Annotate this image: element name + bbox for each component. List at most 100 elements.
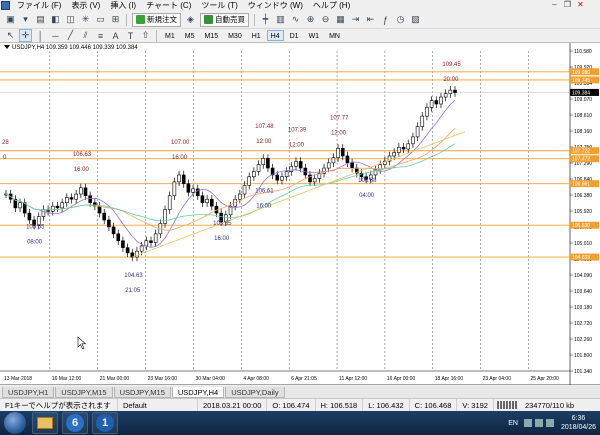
chart-window[interactable]: 110.580 109.920 109.384 109.070 108.610 108.1… [0,43,600,385]
menu-chart[interactable]: チャート (C) [141,0,196,11]
menu-insert[interactable]: 挿入 (I) [105,0,141,11]
candle-body [125,247,130,254]
candle-body [60,202,64,209]
candle-body [425,107,429,117]
timeframe-w1[interactable]: W1 [305,30,324,41]
chart-title-text: USDJPY,H4 109.359 109.446 109.339 109.38… [12,45,138,51]
candle-body [336,148,340,158]
tile-windows-icon[interactable]: ▦ [334,13,347,26]
network-icon[interactable] [534,419,543,427]
line-studies-toolbar: ↖ ✛ │ ─ ╱ ⫽ ≡ A T ⇧ M1 M5 M15 M30 H1 H4 … [0,29,600,43]
profiles-icon[interactable]: ▤ [34,13,47,26]
zoom-in-icon[interactable]: ⊕ [304,13,317,26]
taskbar-app-6[interactable]: 6 [62,412,88,434]
folder-icon [37,417,53,429]
vertical-line-icon[interactable]: │ [34,29,47,42]
level-price-label: 109.745 [572,78,590,84]
taskbar-explorer[interactable] [32,412,58,434]
label-icon[interactable]: T [124,29,137,42]
candle-body [247,176,252,186]
candle-body [111,226,116,235]
timeframe-mn[interactable]: MN [325,30,344,41]
timeframe-m30[interactable]: M30 [224,30,246,41]
timeframe-d1[interactable]: D1 [286,30,303,41]
timeframe-m5[interactable]: M5 [181,30,199,41]
level-price-label: 105.530 [572,223,590,229]
cursor-icon[interactable]: ↖ [4,29,17,42]
close-icon[interactable]: ✕ [574,0,587,10]
price-chart[interactable]: 110.580109.920109.384109.070108.610108.1… [0,43,600,385]
main-toolbar: ▣ ▾ ▤ ◧ ◫ ✳ ▭ ⊞ 新規注文 ◈ 自動売買 ┿ ▥ ∿ ⊕ ⊖ ▦ … [0,11,600,29]
auto-trading-button[interactable]: 自動売買 [200,12,249,27]
new-chart-icon[interactable]: ▣ [4,13,17,26]
price-tick-label: 101.800 [574,353,592,359]
candle-body [172,181,177,197]
candle-body [83,187,88,197]
status-volume: V: 3192 [457,398,494,412]
new-order-button[interactable]: 新規注文 [132,12,181,27]
tab-usdjpy-daily[interactable]: USDJPY,Daily [225,387,285,398]
tab-usdjpy-m15-2[interactable]: USDJPY,M15 [113,387,171,398]
price-tick-label: 109.070 [574,97,592,103]
crosshair-icon[interactable]: ✛ [19,29,32,42]
text-icon[interactable]: A [109,29,122,42]
tab-usdjpy-h4[interactable]: USDJPY,H4 [171,387,225,398]
start-button-icon[interactable] [4,412,26,434]
timeframe-h1[interactable]: H1 [248,30,265,41]
candle-body [340,148,345,157]
language-indicator[interactable]: EN [508,420,518,427]
candle-body [167,195,172,210]
market-watch-icon[interactable]: ◧ [49,13,62,26]
candle-body [121,240,125,249]
candle-body [69,197,74,200]
clock[interactable]: 6:36 2018/04/26 [561,414,596,432]
annotation-time: 08:00 [27,240,43,246]
trendline-icon[interactable]: ╱ [64,29,77,42]
candlestick-icon[interactable]: ▥ [274,13,287,26]
candle-body [289,166,294,172]
chart-menu-icon[interactable] [4,45,10,49]
metaeditor-icon[interactable]: ◈ [184,13,197,26]
candle-body [326,162,331,169]
price-tick-label: 105.010 [574,241,592,247]
menu-tools[interactable]: ツール (T) [196,0,242,11]
restore-icon[interactable]: ❐ [561,0,574,10]
taskbar-app-1[interactable]: 1 [92,412,118,434]
timeframe-h4[interactable]: H4 [266,30,284,41]
price-tick-label: 108.610 [574,113,592,119]
navigator-icon[interactable]: ✳ [79,13,92,26]
level-price-label: 104.633 [572,255,590,261]
dropdown-icon[interactable]: ▾ [19,13,32,26]
level-price-label: 107.722 [572,149,590,155]
periods-icon[interactable]: ◷ [394,13,407,26]
menu-help[interactable]: ヘルプ (H) [308,0,355,11]
menu-file[interactable]: ファイル (F) [12,0,66,11]
templates-icon[interactable]: ▧ [409,13,422,26]
chart-shift-icon[interactable]: ⇤ [364,13,377,26]
tray-icon[interactable] [523,419,532,427]
terminal-window: ファイル (F) 表示 (V) 挿入 (I) チャート (C) ツール (T) … [0,0,600,435]
timeframe-m15[interactable]: M15 [200,30,222,41]
zoom-out-icon[interactable]: ⊖ [319,13,332,26]
line-chart-icon[interactable]: ∿ [289,13,302,26]
minimize-icon[interactable]: – [548,0,561,10]
app-icon[interactable] [1,1,10,10]
menu-window[interactable]: ウィンドウ (W) [243,0,308,11]
data-window-icon[interactable]: ◫ [64,13,77,26]
auto-scroll-icon[interactable]: ⇥ [349,13,362,26]
system-tray: EN 6:36 2018/04/26 [508,411,596,435]
tester-icon[interactable]: ⊞ [109,13,122,26]
arrows-icon[interactable]: ⇧ [139,29,152,42]
tab-usdjpy-m15[interactable]: USDJPY,M15 [55,387,113,398]
volume-icon[interactable] [545,419,554,427]
menu-view[interactable]: 表示 (V) [66,0,105,11]
fibonacci-icon[interactable]: ≡ [94,29,107,42]
channel-icon[interactable]: ⫽ [79,29,92,42]
tab-usdjpy-h1[interactable]: USDJPY,H1 [2,387,55,398]
annotation-time: 20:00 [443,77,459,83]
horizontal-line-icon[interactable]: ─ [49,29,62,42]
terminal-icon[interactable]: ▭ [94,13,107,26]
bar-chart-icon[interactable]: ┿ [259,13,272,26]
indicators-icon[interactable]: ƒ [379,13,392,26]
timeframe-m1[interactable]: M1 [161,30,179,41]
